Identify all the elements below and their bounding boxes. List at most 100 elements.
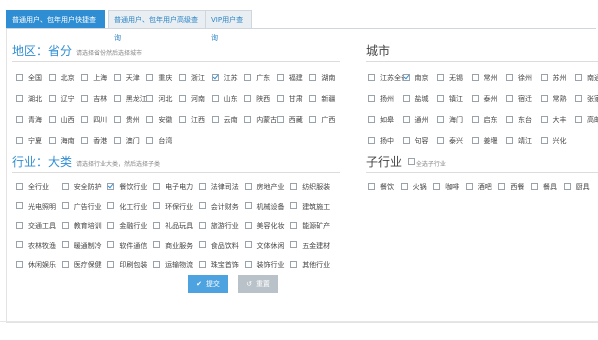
province-option[interactable]: 澳门 [113, 136, 140, 146]
province-option[interactable]: 山东 [211, 94, 238, 104]
province-option[interactable]: 江西 [179, 115, 205, 125]
city-option[interactable]: 大丰 [540, 115, 567, 125]
industry-option[interactable]: 交通工具 [16, 221, 56, 231]
province-option[interactable]: 安徽 [146, 115, 172, 125]
city-option[interactable]: 南京 [402, 73, 429, 83]
industry-checkbox[interactable] [61, 241, 69, 248]
industry-option[interactable]: 文体休闲 [244, 241, 285, 251]
industry-option[interactable]: 全行业 [16, 182, 49, 192]
industry-option[interactable]: 纺织服装 [290, 182, 330, 192]
select-all-subindustry-checkbox[interactable] [407, 158, 415, 165]
province-checkbox[interactable] [244, 73, 252, 81]
industry-checkbox[interactable] [198, 241, 206, 248]
province-checkbox[interactable] [48, 136, 56, 144]
city-option[interactable]: 南通 [575, 73, 598, 83]
industry-checkbox[interactable] [198, 202, 206, 209]
city-checkbox[interactable] [471, 115, 479, 123]
province-checkbox[interactable] [179, 115, 186, 123]
city-option[interactable]: 张家港 [575, 94, 598, 104]
industry-checkbox[interactable] [290, 202, 298, 209]
industry-option[interactable]: 教育培训 [61, 221, 102, 231]
province-option[interactable]: 四川 [81, 115, 107, 125]
industry-option[interactable]: 医疗保健 [61, 260, 102, 270]
province-checkbox[interactable] [81, 136, 89, 144]
industry-checkbox[interactable] [290, 182, 298, 190]
province-option[interactable]: 陕西 [244, 94, 270, 104]
industry-option[interactable]: 礼品玩具 [153, 221, 193, 231]
province-option[interactable]: 内蒙古 [244, 115, 277, 125]
industry-checkbox[interactable] [244, 221, 252, 229]
city-option[interactable]: 常州 [471, 73, 498, 83]
industry-option[interactable]: 电子电力 [153, 182, 193, 192]
subindustry-checkbox[interactable] [498, 182, 506, 190]
industry-option[interactable]: 光电照明 [16, 202, 56, 212]
city-checkbox[interactable] [506, 136, 513, 144]
industry-checkbox[interactable] [153, 182, 161, 190]
city-checkbox[interactable] [368, 73, 375, 81]
city-option[interactable]: 无锡 [437, 73, 463, 83]
province-checkbox[interactable] [244, 94, 252, 102]
industry-checkbox[interactable] [61, 221, 69, 229]
subindustry-checkbox[interactable] [433, 182, 441, 190]
province-option[interactable]: 青海 [16, 115, 42, 125]
city-option[interactable]: 东台 [506, 115, 532, 125]
province-option[interactable]: 湖北 [16, 94, 42, 104]
city-option[interactable]: 宿迁 [506, 94, 532, 104]
province-checkbox[interactable] [16, 136, 23, 144]
province-checkbox[interactable] [211, 115, 219, 123]
province-option[interactable]: 北京 [48, 73, 75, 83]
industry-option[interactable]: 五金建材 [290, 241, 330, 251]
province-checkbox[interactable] [179, 73, 186, 81]
province-option[interactable]: 香港 [81, 136, 107, 146]
industry-option[interactable]: 餐饮行业 [107, 182, 147, 192]
industry-checkbox[interactable] [244, 202, 252, 209]
city-option[interactable]: 镇江 [437, 94, 463, 104]
subindustry-option[interactable]: 火锅 [400, 182, 427, 192]
province-checkbox[interactable] [48, 115, 56, 123]
city-checkbox[interactable] [540, 115, 548, 123]
industry-checkbox[interactable] [153, 241, 161, 248]
city-option[interactable]: 通州 [402, 115, 429, 125]
province-checkbox[interactable] [16, 94, 23, 102]
industry-checkbox[interactable] [198, 260, 206, 268]
city-option[interactable]: 泰兴 [437, 136, 463, 146]
reset-button[interactable]: ↺ 重置 [238, 275, 278, 293]
province-checkbox[interactable] [16, 73, 23, 81]
industry-checkbox[interactable] [61, 260, 69, 268]
industry-option[interactable]: 软件通信 [107, 241, 147, 251]
industry-option[interactable]: 食品饮料 [198, 241, 239, 251]
province-checkbox[interactable] [179, 94, 186, 102]
province-checkbox[interactable] [81, 94, 89, 102]
industry-checkbox[interactable] [16, 182, 23, 190]
city-option[interactable]: 句容 [402, 136, 429, 146]
city-checkbox[interactable] [575, 115, 582, 123]
province-option[interactable]: 新疆 [309, 94, 335, 104]
industry-option[interactable]: 其他行业 [290, 260, 330, 270]
province-option[interactable]: 西藏 [276, 115, 303, 125]
city-checkbox[interactable] [368, 94, 375, 102]
city-checkbox[interactable] [368, 136, 375, 144]
province-checkbox[interactable] [48, 94, 56, 102]
city-checkbox[interactable] [368, 115, 375, 123]
city-option[interactable]: 泰州 [471, 94, 498, 104]
industry-option[interactable]: 建筑施工 [290, 202, 330, 212]
city-checkbox[interactable] [471, 94, 479, 102]
city-checkbox[interactable] [575, 94, 582, 102]
industry-checkbox[interactable] [290, 241, 298, 248]
subindustry-checkbox[interactable] [563, 182, 571, 190]
city-checkbox[interactable] [575, 73, 582, 81]
industry-option[interactable]: 运输物流 [153, 260, 193, 270]
province-checkbox[interactable] [146, 94, 154, 102]
city-checkbox[interactable] [437, 73, 444, 81]
subindustry-checkbox[interactable] [465, 182, 473, 190]
subindustry-option[interactable]: 餐具 [531, 182, 557, 192]
province-option[interactable]: 山西 [48, 115, 75, 125]
province-checkbox[interactable] [113, 136, 121, 144]
province-option[interactable]: 浙江 [179, 73, 205, 83]
city-option[interactable]: 姜堰 [471, 136, 498, 146]
industry-option[interactable]: 珠宝首饰 [198, 260, 239, 270]
subindustry-checkbox[interactable] [531, 182, 538, 190]
city-option[interactable]: 苏州 [540, 73, 567, 83]
province-option[interactable]: 广西 [309, 115, 335, 125]
city-option[interactable]: 高邮 [575, 115, 598, 125]
